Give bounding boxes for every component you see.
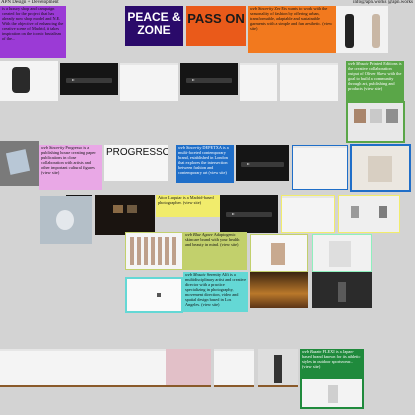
garment-image [12, 67, 30, 93]
pass-on-title: PASS ON [187, 11, 245, 26]
progresso-card[interactable]: web Sincerity Progresso is a publishing … [39, 145, 102, 190]
orange-fashion-photo-2[interactable] [364, 6, 388, 53]
model-figure [372, 14, 380, 48]
photo-collage[interactable] [0, 141, 39, 186]
video-thumb-2[interactable] [180, 63, 238, 95]
video-controls[interactable] [65, 77, 113, 83]
progresso-view-site-link[interactable]: (view site) [41, 170, 59, 175]
pass-on-poster[interactable]: PASS ON [186, 6, 246, 46]
purple-project-text: is a luxury shop and campaign created fo… [2, 6, 64, 41]
olive-frame-grid[interactable] [125, 232, 183, 270]
product-image [379, 206, 387, 218]
progresso-logo-text: PROGRESSO [106, 147, 168, 158]
product-image [351, 206, 359, 218]
flexi-view-site-link[interactable]: (view site) [302, 364, 320, 369]
sticker-image [5, 149, 31, 175]
product-image [386, 109, 398, 123]
adaptogenic-card[interactable]: web Blue Agave Adaptogenic skincare bran… [183, 232, 247, 270]
web-thumb-2[interactable] [240, 63, 277, 101]
contact-links[interactable]: info@apn.works @apn.works [353, 0, 413, 6]
object-image [56, 210, 74, 230]
gallery-image [113, 205, 123, 213]
figure-image [274, 355, 282, 383]
aitor-card[interactable]: Aitor Luquiar is a Madrid-based photogra… [156, 195, 220, 217]
video-controls[interactable] [241, 161, 284, 167]
mint-frame-thumb[interactable] [312, 234, 372, 272]
dark-photo-grid[interactable] [95, 195, 155, 235]
video-controls[interactable] [185, 77, 233, 83]
blue-frame-thumb-2[interactable] [350, 144, 411, 192]
purple-project-card[interactable]: is a luxury shop and campaign created fo… [0, 6, 66, 58]
yellow-frame-thumb-1[interactable] [281, 195, 335, 233]
web-thumb-1[interactable] [120, 63, 178, 101]
video-controls[interactable] [225, 212, 273, 218]
olive-frame-thumb[interactable] [250, 234, 308, 272]
orange-fashion-photo-1[interactable] [336, 6, 364, 53]
product-image [354, 109, 366, 123]
depetxa-card[interactable]: web Sincerity DEPETXA is a multi-faceted… [176, 145, 234, 183]
orange-project-card[interactable]: web Sincerity Zer Ets wants to work with… [248, 6, 336, 53]
blue-frame-thumb-1[interactable] [292, 145, 348, 190]
video-thumb-1[interactable] [60, 63, 118, 95]
flexi-card[interactable]: web Buzzin FLEXI is a Japan-based brand … [300, 349, 364, 377]
site-title[interactable]: APN Design + Development [1, 0, 59, 6]
brown-frame-thumb-6[interactable] [258, 349, 298, 387]
green-frame-gallery[interactable] [346, 101, 405, 143]
video-thumb-3[interactable] [236, 145, 289, 181]
product-image [328, 385, 338, 403]
product-image [157, 293, 161, 297]
yellow-frame-thumb-2[interactable] [338, 195, 400, 233]
peace-zone-title: PEACE & ZONE [127, 10, 181, 37]
printed-view-site-link[interactable]: (view site) [364, 86, 382, 91]
progresso-logo[interactable]: PROGRESSO [104, 145, 168, 181]
product-image [271, 243, 285, 265]
moody-photo[interactable] [312, 272, 372, 308]
product-image [368, 156, 392, 182]
adaptogenic-view-site-link[interactable]: (view site) [220, 242, 238, 247]
product-image [370, 109, 382, 123]
gallery-image [127, 205, 137, 213]
serenity-view-site-link[interactable]: (view site) [201, 302, 219, 307]
brown-frame-thumb-4[interactable] [166, 349, 211, 387]
web-thumb-3[interactable] [280, 63, 338, 101]
video-thumb-5[interactable] [220, 195, 278, 233]
cyan-frame-thumb[interactable] [125, 277, 183, 313]
brown-frame-thumb-5[interactable] [214, 349, 254, 387]
peace-zone-poster[interactable]: PEACE & ZONE [125, 6, 183, 46]
product-image [130, 237, 178, 265]
brown-frame-thumb-1[interactable] [0, 349, 60, 387]
model-figure [345, 14, 354, 48]
brown-frame-thumb-2[interactable] [60, 349, 118, 387]
fashion-thumb-1[interactable] [0, 61, 58, 101]
depetxa-view-site-link[interactable]: (view site) [209, 170, 227, 175]
product-image [329, 241, 351, 267]
aitor-view-site-link[interactable]: (view site) [183, 200, 201, 205]
printed-editions-card[interactable]: web Mosaic Printed Editions is the creat… [346, 61, 404, 101]
figure-image [338, 282, 346, 302]
green-frame-thumb-bottom[interactable] [300, 377, 364, 409]
chrome-object-photo[interactable] [40, 196, 92, 244]
serenity-card[interactable]: web Mosaic Serenity Alfi is a multidisci… [183, 272, 248, 312]
sunset-photo[interactable] [250, 272, 308, 308]
